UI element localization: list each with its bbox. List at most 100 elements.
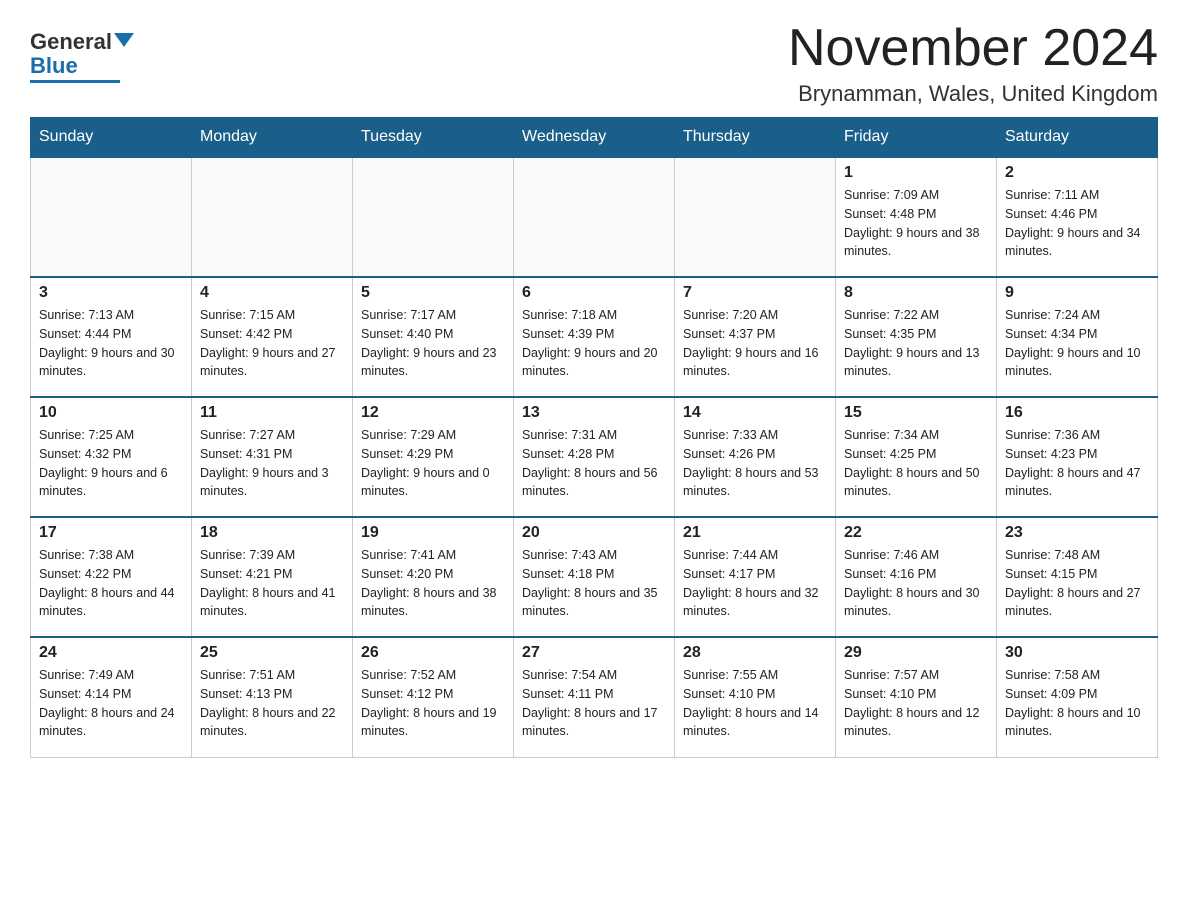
day-number: 2 (1005, 164, 1149, 182)
calendar-cell: 22 Sunrise: 7:46 AMSunset: 4:16 PMDayligh… (836, 517, 997, 637)
day-info: Sunrise: 7:11 AMSunset: 4:46 PMDaylight:… (1005, 186, 1149, 261)
calendar-week-3: 17 Sunrise: 7:38 AMSunset: 4:22 PMDayligh… (31, 517, 1158, 637)
month-title: November 2024 (788, 20, 1158, 77)
day-number: 22 (844, 524, 988, 542)
day-number: 26 (361, 644, 505, 662)
calendar-table: SundayMondayTuesdayWednesdayThursdayFrid… (30, 117, 1158, 758)
calendar-cell: 28 Sunrise: 7:55 AMSunset: 4:10 PMDayligh… (675, 637, 836, 757)
day-info: Sunrise: 7:15 AMSunset: 4:42 PMDaylight:… (200, 306, 344, 381)
day-info: Sunrise: 7:25 AMSunset: 4:32 PMDaylight:… (39, 426, 183, 501)
col-header-wednesday: Wednesday (514, 118, 675, 158)
calendar-cell: 21Sunrise: 7:44 AMSunset: 4:17 PMDayligh… (675, 517, 836, 637)
day-number: 10 (39, 404, 183, 422)
logo-underline (30, 80, 120, 83)
calendar-cell: 14 Sunrise: 7:33 AMSunset: 4:26 PMDayligh… (675, 397, 836, 517)
day-number: 18 (200, 524, 344, 542)
calendar-cell: 8Sunrise: 7:22 AMSunset: 4:35 PMDaylight… (836, 277, 997, 397)
col-header-monday: Monday (192, 118, 353, 158)
logo-triangle-icon (114, 33, 134, 47)
day-number: 3 (39, 284, 183, 302)
calendar-cell: 1 Sunrise: 7:09 AMSunset: 4:48 PMDaylight… (836, 157, 997, 277)
day-info: Sunrise: 7:24 AMSunset: 4:34 PMDaylight:… (1005, 306, 1149, 381)
logo-blue: Blue (30, 53, 78, 78)
calendar-cell: 2 Sunrise: 7:11 AMSunset: 4:46 PMDaylight… (997, 157, 1158, 277)
calendar-cell: 13Sunrise: 7:31 AMSunset: 4:28 PMDayligh… (514, 397, 675, 517)
col-header-saturday: Saturday (997, 118, 1158, 158)
day-number: 15 (844, 404, 988, 422)
calendar-cell: 20 Sunrise: 7:43 AMSunset: 4:18 PMDayligh… (514, 517, 675, 637)
day-number: 23 (1005, 524, 1149, 542)
day-info: Sunrise: 7:29 AMSunset: 4:29 PMDaylight:… (361, 426, 505, 501)
calendar-cell: 18 Sunrise: 7:39 AMSunset: 4:21 PMDayligh… (192, 517, 353, 637)
day-number: 14 (683, 404, 827, 422)
day-number: 30 (1005, 644, 1149, 662)
page-header: General Blue November 2024 Brynamman, Wa… (30, 20, 1158, 107)
calendar-cell: 27Sunrise: 7:54 AMSunset: 4:11 PMDayligh… (514, 637, 675, 757)
day-info: Sunrise: 7:43 AMSunset: 4:18 PMDaylight:… (522, 546, 666, 621)
calendar-cell (514, 157, 675, 277)
day-info: Sunrise: 7:46 AMSunset: 4:16 PMDaylight:… (844, 546, 988, 621)
calendar-cell (192, 157, 353, 277)
day-info: Sunrise: 7:09 AMSunset: 4:48 PMDaylight:… (844, 186, 988, 261)
calendar-cell: 4 Sunrise: 7:15 AMSunset: 4:42 PMDaylight… (192, 277, 353, 397)
day-number: 25 (200, 644, 344, 662)
calendar-cell: 16Sunrise: 7:36 AMSunset: 4:23 PMDayligh… (997, 397, 1158, 517)
calendar-cell: 26 Sunrise: 7:52 AMSunset: 4:12 PMDayligh… (353, 637, 514, 757)
day-number: 11 (200, 404, 344, 422)
calendar-cell: 24Sunrise: 7:49 AMSunset: 4:14 PMDayligh… (31, 637, 192, 757)
calendar-cell: 10 Sunrise: 7:25 AMSunset: 4:32 PMDayligh… (31, 397, 192, 517)
day-number: 19 (361, 524, 505, 542)
calendar-cell (353, 157, 514, 277)
day-info: Sunrise: 7:31 AMSunset: 4:28 PMDaylight:… (522, 426, 666, 501)
day-number: 12 (361, 404, 505, 422)
calendar-cell: 30Sunrise: 7:58 AMSunset: 4:09 PMDayligh… (997, 637, 1158, 757)
day-number: 7 (683, 284, 827, 302)
day-number: 6 (522, 284, 666, 302)
day-info: Sunrise: 7:49 AMSunset: 4:14 PMDaylight:… (39, 666, 183, 741)
day-info: Sunrise: 7:52 AMSunset: 4:12 PMDaylight:… (361, 666, 505, 741)
calendar-cell (675, 157, 836, 277)
day-info: Sunrise: 7:34 AMSunset: 4:25 PMDaylight:… (844, 426, 988, 501)
day-info: Sunrise: 7:55 AMSunset: 4:10 PMDaylight:… (683, 666, 827, 741)
day-info: Sunrise: 7:51 AMSunset: 4:13 PMDaylight:… (200, 666, 344, 741)
day-number: 4 (200, 284, 344, 302)
calendar-cell: 6 Sunrise: 7:18 AMSunset: 4:39 PMDaylight… (514, 277, 675, 397)
day-info: Sunrise: 7:18 AMSunset: 4:39 PMDaylight:… (522, 306, 666, 381)
col-header-friday: Friday (836, 118, 997, 158)
day-info: Sunrise: 7:13 AMSunset: 4:44 PMDaylight:… (39, 306, 183, 381)
day-info: Sunrise: 7:36 AMSunset: 4:23 PMDaylight:… (1005, 426, 1149, 501)
calendar-cell: 12 Sunrise: 7:29 AMSunset: 4:29 PMDayligh… (353, 397, 514, 517)
calendar-cell: 11 Sunrise: 7:27 AMSunset: 4:31 PMDayligh… (192, 397, 353, 517)
title-block: November 2024 Brynamman, Wales, United K… (788, 20, 1158, 107)
day-info: Sunrise: 7:57 AMSunset: 4:10 PMDaylight:… (844, 666, 988, 741)
day-info: Sunrise: 7:38 AMSunset: 4:22 PMDaylight:… (39, 546, 183, 621)
calendar-cell: 29 Sunrise: 7:57 AMSunset: 4:10 PMDayligh… (836, 637, 997, 757)
day-info: Sunrise: 7:33 AMSunset: 4:26 PMDaylight:… (683, 426, 827, 501)
day-number: 21 (683, 524, 827, 542)
calendar-cell: 9 Sunrise: 7:24 AMSunset: 4:34 PMDaylight… (997, 277, 1158, 397)
day-number: 8 (844, 284, 988, 302)
day-info: Sunrise: 7:27 AMSunset: 4:31 PMDaylight:… (200, 426, 344, 501)
calendar-cell: 25 Sunrise: 7:51 AMSunset: 4:13 PMDayligh… (192, 637, 353, 757)
calendar-cell: 23Sunrise: 7:48 AMSunset: 4:15 PMDayligh… (997, 517, 1158, 637)
day-info: Sunrise: 7:39 AMSunset: 4:21 PMDaylight:… (200, 546, 344, 621)
day-number: 28 (683, 644, 827, 662)
calendar-header-row: SundayMondayTuesdayWednesdayThursdayFrid… (31, 118, 1158, 158)
calendar-week-1: 3 Sunrise: 7:13 AMSunset: 4:44 PMDaylight… (31, 277, 1158, 397)
col-header-tuesday: Tuesday (353, 118, 514, 158)
day-number: 20 (522, 524, 666, 542)
day-number: 5 (361, 284, 505, 302)
calendar-week-0: 1 Sunrise: 7:09 AMSunset: 4:48 PMDaylight… (31, 157, 1158, 277)
col-header-thursday: Thursday (675, 118, 836, 158)
calendar-cell: 5Sunrise: 7:17 AMSunset: 4:40 PMDaylight… (353, 277, 514, 397)
day-number: 29 (844, 644, 988, 662)
day-number: 17 (39, 524, 183, 542)
calendar-week-2: 10 Sunrise: 7:25 AMSunset: 4:32 PMDayligh… (31, 397, 1158, 517)
logo: General Blue (30, 20, 134, 83)
day-number: 9 (1005, 284, 1149, 302)
day-number: 1 (844, 164, 988, 182)
calendar-week-4: 24Sunrise: 7:49 AMSunset: 4:14 PMDayligh… (31, 637, 1158, 757)
calendar-cell: 3 Sunrise: 7:13 AMSunset: 4:44 PMDaylight… (31, 277, 192, 397)
day-info: Sunrise: 7:20 AMSunset: 4:37 PMDaylight:… (683, 306, 827, 381)
day-number: 27 (522, 644, 666, 662)
